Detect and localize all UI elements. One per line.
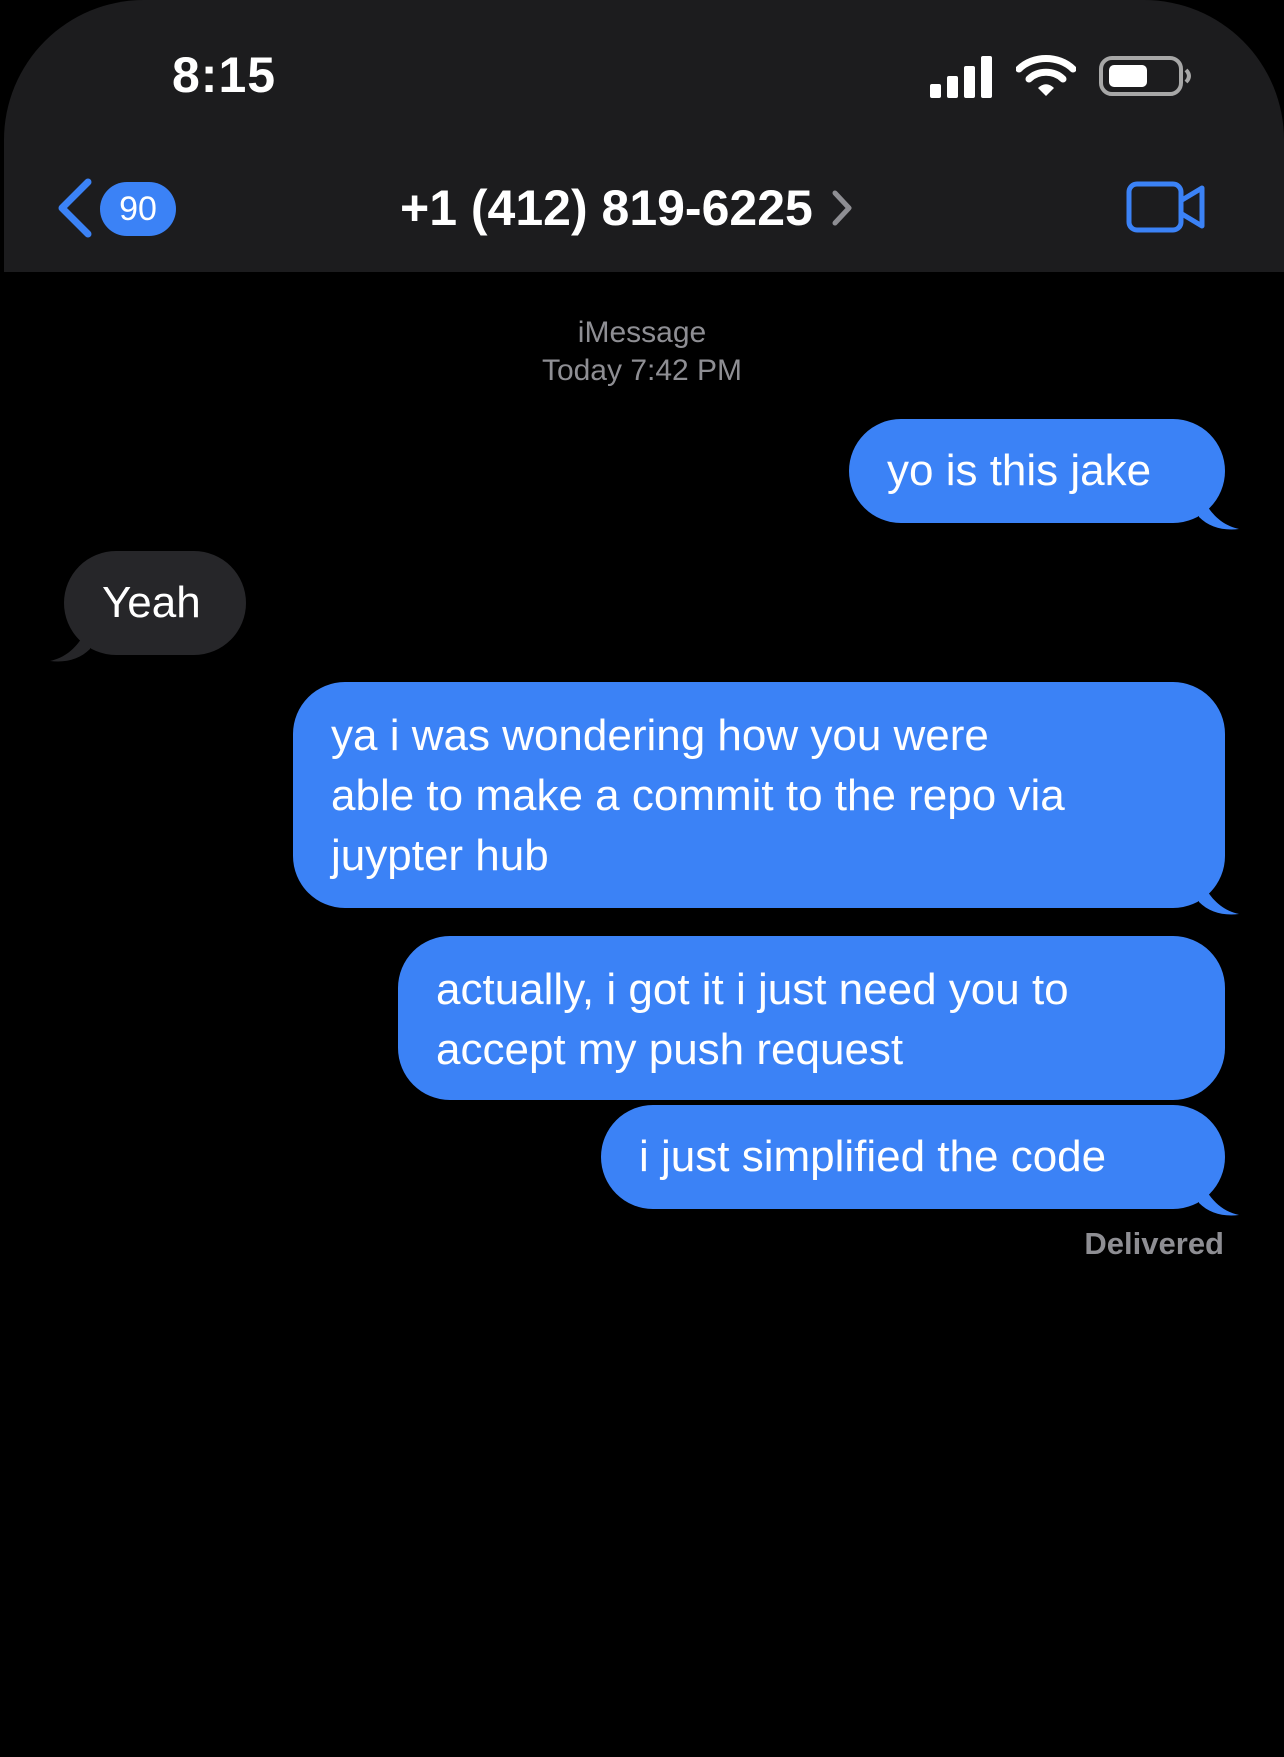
message-bubble-outgoing[interactable]: ya i was wondering how you were able to … xyxy=(293,682,1239,915)
chevron-right-icon xyxy=(832,190,852,226)
signal-icon xyxy=(930,56,992,98)
bubble-tail-icon xyxy=(1199,876,1239,915)
message-bubble-outgoing[interactable]: actually, i got it i just need you to ac… xyxy=(398,936,1225,1100)
back-button[interactable]: 90 xyxy=(52,176,182,240)
message-bubble-outgoing[interactable]: i just simplified the code xyxy=(601,1105,1239,1216)
contact-title-button[interactable]: +1 (412) 819-6225 xyxy=(400,178,853,238)
status-time: 8:15 xyxy=(172,47,277,103)
message-text: Yeah xyxy=(102,578,201,627)
bubble-tail-icon xyxy=(50,623,90,662)
thread-header: iMessage Today 7:42 PM xyxy=(0,314,1284,390)
message-text: i just simplified the code xyxy=(639,1132,1107,1181)
message-bubble-incoming[interactable]: Yeah xyxy=(50,551,246,662)
service-label: iMessage xyxy=(577,316,707,349)
status-icons xyxy=(928,54,1198,100)
messages-screen: 8:15 90 +1 (412) 819-6225 iMessage Today… xyxy=(0,0,1284,1757)
conversation-header: 8:15 90 +1 (412) 819-6225 xyxy=(4,0,1284,272)
wifi-icon xyxy=(1016,55,1076,96)
thread-timestamp: Today 7:42 PM xyxy=(541,354,743,387)
contact-name: +1 (412) 819-6225 xyxy=(400,180,813,236)
unread-count-badge: 90 xyxy=(100,182,176,236)
message-text: ya i was wondering how you were able to … xyxy=(331,711,1065,880)
bubble-tail-icon xyxy=(1199,1177,1239,1216)
message-text: yo is this jake xyxy=(887,446,1152,495)
delivery-status: Delivered xyxy=(1084,1226,1224,1261)
video-call-icon[interactable] xyxy=(1126,180,1206,234)
back-chevron-icon xyxy=(58,178,92,238)
bubble-tail-icon xyxy=(1199,491,1239,530)
battery-icon xyxy=(1099,56,1191,96)
message-text: actually, i got it i just need you to ac… xyxy=(436,965,1069,1074)
message-bubble-outgoing[interactable]: yo is this jake xyxy=(849,419,1239,530)
